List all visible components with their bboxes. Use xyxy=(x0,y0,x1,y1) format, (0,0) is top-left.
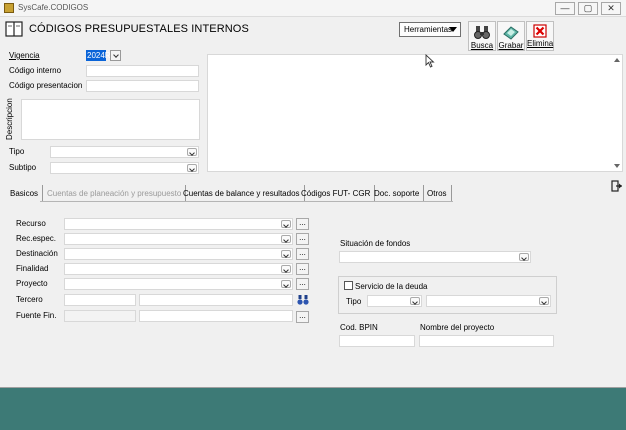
chevron-down-icon xyxy=(281,250,291,258)
subtipo-select[interactable] xyxy=(50,162,199,174)
chevron-down-icon xyxy=(187,148,197,156)
vigencia-dropdown-button[interactable] xyxy=(110,50,121,61)
vigencia-label: Vigencia xyxy=(9,51,40,60)
chevron-down-icon xyxy=(539,297,549,305)
tools-menu-label: Herramientas xyxy=(404,25,453,34)
app-icon xyxy=(4,3,14,13)
fuente-fin-name-input[interactable] xyxy=(139,310,293,322)
chevron-down-icon xyxy=(281,265,291,273)
recurso-select[interactable] xyxy=(64,218,293,230)
tab-otros[interactable]: Otros xyxy=(423,185,452,202)
tab-cuentas-planeacion[interactable]: Cuentas de planeación y presupuesto xyxy=(43,185,187,202)
save-icon xyxy=(503,26,519,40)
scroll-up-arrow-icon[interactable] xyxy=(614,58,620,62)
destinacion-label: Destinación xyxy=(16,249,58,258)
save-button-label: Grabar xyxy=(498,41,524,50)
page-title: CÓDIGOS PRESUPUESTALES INTERNOS xyxy=(29,23,249,35)
destinacion-select[interactable] xyxy=(64,248,293,260)
destinacion-browse-button[interactable]: ... xyxy=(296,248,309,260)
tab-cuentas-balance[interactable]: Cuentas de balance y resultados xyxy=(179,185,305,202)
recurso-label: Recurso xyxy=(16,219,46,228)
desktop-background xyxy=(0,389,626,430)
situacion-fondos-label: Situación de fondos xyxy=(340,239,411,248)
exit-icon[interactable] xyxy=(611,180,623,192)
binoculars-icon xyxy=(474,26,490,39)
tercero-label: Tercero xyxy=(16,295,43,304)
finalidad-browse-button[interactable]: ... xyxy=(296,263,309,275)
tipo-select[interactable] xyxy=(50,146,199,158)
scroll-down-arrow-icon[interactable] xyxy=(614,164,620,168)
chevron-down-icon xyxy=(281,235,291,243)
tercero-name-input[interactable] xyxy=(139,294,293,306)
descripcion-textarea[interactable] xyxy=(21,99,200,140)
codigo-interno-input[interactable] xyxy=(86,65,199,77)
descripcion-label: Descripcion xyxy=(5,98,14,140)
close-button[interactable]: ✕ xyxy=(601,2,621,15)
finalidad-label: Finalidad xyxy=(16,264,49,273)
tercero-code-input[interactable] xyxy=(64,294,136,306)
vigencia-select[interactable]: 2024R xyxy=(86,50,111,61)
search-button-label: Busca xyxy=(470,41,494,50)
tab-codigos-fut[interactable]: Códigos FUT- CGR xyxy=(297,185,376,202)
codigo-presentacion-label: Código presentacion xyxy=(9,81,83,90)
save-button[interactable]: Grabar xyxy=(497,21,525,51)
recurso-browse-button[interactable]: ... xyxy=(296,218,309,230)
fuente-fin-browse-button[interactable]: ... xyxy=(296,311,309,323)
finalidad-select[interactable] xyxy=(64,263,293,275)
minimize-button[interactable]: — xyxy=(555,2,575,15)
proyecto-browse-button[interactable]: ... xyxy=(296,278,309,290)
chevron-down-icon xyxy=(519,253,529,261)
proyecto-select[interactable] xyxy=(64,278,293,290)
chevron-down-icon xyxy=(281,280,291,288)
tools-menu-button[interactable]: Herramientas xyxy=(399,22,461,37)
fuente-fin-label: Fuente Fin. xyxy=(16,311,57,320)
codigo-interno-label: Código interno xyxy=(9,66,62,75)
search-button[interactable]: Busca xyxy=(468,21,496,51)
tipo-label: Tipo xyxy=(9,147,25,156)
deuda-tipo-select[interactable] xyxy=(367,295,422,307)
maximize-button[interactable]: ▢ xyxy=(578,2,598,15)
delete-icon xyxy=(533,24,547,38)
situacion-fondos-select[interactable] xyxy=(339,251,531,263)
nombre-proyecto-label: Nombre del proyecto xyxy=(420,323,495,332)
subtipo-label: Subtipo xyxy=(9,163,37,172)
chevron-down-icon xyxy=(187,164,197,172)
main-window: SysCafe.CODIGOS — ▢ ✕ CÓDIGOS PRESUPUEST… xyxy=(0,0,626,388)
book-icon xyxy=(5,21,23,37)
binoculars-icon[interactable] xyxy=(297,294,309,306)
servicio-deuda-label: Servicio de la deuda xyxy=(355,282,428,291)
nombre-proyecto-input[interactable] xyxy=(419,335,554,347)
rec-espec-select[interactable] xyxy=(64,233,293,245)
mouse-cursor-icon xyxy=(425,54,435,68)
fuente-fin-code-input[interactable] xyxy=(64,310,136,322)
chevron-down-icon xyxy=(281,220,291,228)
delete-button-label: Elimina xyxy=(527,39,554,48)
chevron-down-icon xyxy=(449,27,457,32)
window-title: SysCafe.CODIGOS xyxy=(18,3,89,12)
rec-espec-browse-button[interactable]: ... xyxy=(296,233,309,245)
chevron-down-icon xyxy=(410,297,420,305)
rec-espec-label: Rec.espec. xyxy=(16,234,57,243)
tab-doc-soporte[interactable]: Doc. soporte xyxy=(370,185,425,202)
deuda-detalle-select[interactable] xyxy=(426,295,551,307)
delete-button[interactable]: Elimina xyxy=(526,21,554,51)
title-bar: SysCafe.CODIGOS — ▢ ✕ xyxy=(0,0,626,17)
codigo-presentacion-input[interactable] xyxy=(86,80,199,92)
codes-list-area[interactable] xyxy=(207,54,623,172)
tab-basicos[interactable]: Basicos xyxy=(6,185,44,202)
tab-divider xyxy=(40,201,453,202)
servicio-deuda-checkbox[interactable] xyxy=(344,281,353,290)
cod-bpin-label: Cod. BPIN xyxy=(340,323,378,332)
deuda-tipo-label: Tipo xyxy=(346,297,362,306)
cod-bpin-input[interactable] xyxy=(339,335,415,347)
proyecto-label: Proyecto xyxy=(16,279,48,288)
